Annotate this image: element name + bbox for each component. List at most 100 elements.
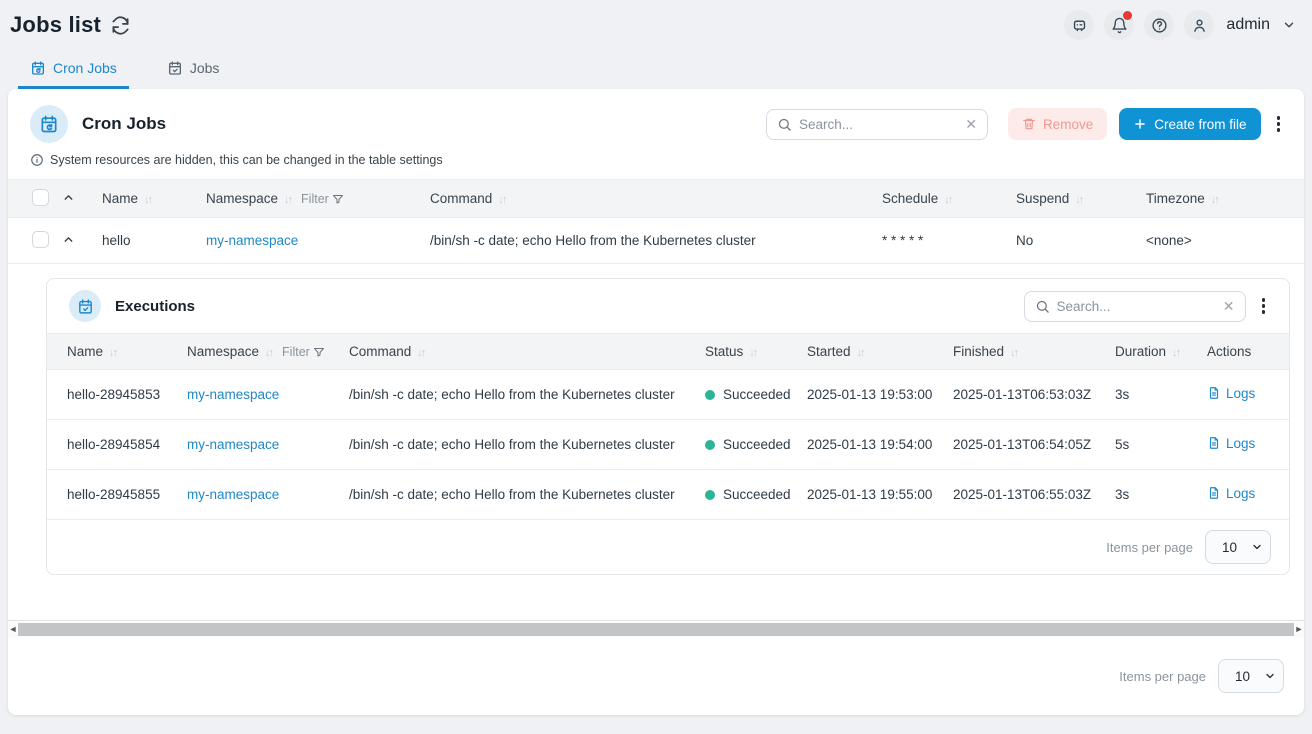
- sort-icon[interactable]: ↓↑: [144, 194, 151, 206]
- assistant-icon[interactable]: [1064, 10, 1094, 40]
- exec-command-cell: /bin/sh -c date; echo Hello from the Kub…: [343, 470, 699, 520]
- sort-icon[interactable]: ↓↑: [265, 347, 272, 359]
- select-all-checkbox[interactable]: [32, 189, 49, 206]
- col-exec-name[interactable]: Name↓↑: [47, 334, 181, 370]
- col-suspend[interactable]: Suspend↓↑: [1010, 180, 1140, 218]
- cron-command-cell: /bin/sh -c date; echo Hello from the Kub…: [424, 218, 876, 264]
- tab-cron-jobs-label: Cron Jobs: [53, 60, 117, 76]
- filter-funnel-icon[interactable]: [332, 193, 344, 205]
- sort-icon[interactable]: ↓↑: [109, 347, 116, 359]
- help-icon[interactable]: [1144, 10, 1174, 40]
- executions-title: Executions: [115, 298, 195, 315]
- namespace-filter-label[interactable]: Filter: [301, 192, 329, 206]
- scrollbar-thumb[interactable]: [18, 623, 1294, 636]
- scroll-left-arrow-icon[interactable]: ◄: [8, 625, 18, 634]
- sort-icon[interactable]: ↓↑: [1010, 347, 1017, 359]
- cron-search-box: ✕: [766, 109, 988, 140]
- cron-jobs-card: Cron Jobs ✕ Remove Create from file Syst…: [8, 89, 1304, 715]
- sort-icon[interactable]: ↓↑: [417, 347, 424, 359]
- cron-job-row[interactable]: hello my-namespace /bin/sh -c date; echo…: [8, 218, 1304, 264]
- exec-namespace-link[interactable]: my-namespace: [187, 437, 279, 452]
- executions-items-per-page-select[interactable]: 10: [1205, 530, 1271, 564]
- col-exec-actions: Actions: [1201, 334, 1289, 370]
- cron-search-input[interactable]: [799, 117, 963, 132]
- sort-icon[interactable]: ↓↑: [857, 347, 864, 359]
- filter-funnel-icon[interactable]: [313, 346, 325, 358]
- col-exec-finished[interactable]: Finished↓↑: [947, 334, 1109, 370]
- cron-namespace-link[interactable]: my-namespace: [206, 233, 298, 248]
- col-command[interactable]: Command↓↑: [424, 180, 876, 218]
- job-icon: [167, 60, 183, 76]
- status-success-dot: [705, 440, 715, 450]
- exec-name-cell: hello-28945853: [47, 370, 181, 420]
- create-from-file-label: Create from file: [1154, 117, 1246, 132]
- col-name[interactable]: Name↓↑: [96, 180, 200, 218]
- logs-doc-icon: [1207, 486, 1221, 500]
- notification-dot: [1123, 11, 1132, 20]
- executions-search-clear-icon[interactable]: ✕: [1221, 298, 1237, 315]
- execution-row[interactable]: hello-28945855 my-namespace /bin/sh -c d…: [47, 470, 1289, 520]
- col-exec-duration[interactable]: Duration↓↑: [1109, 334, 1201, 370]
- tab-jobs-label: Jobs: [190, 60, 220, 76]
- user-menu-chevron-icon[interactable]: [1282, 18, 1296, 32]
- execution-row[interactable]: hello-28945853 my-namespace /bin/sh -c d…: [47, 370, 1289, 420]
- cron-suspend-cell: No: [1010, 218, 1140, 264]
- cron-search-clear-icon[interactable]: ✕: [963, 116, 979, 133]
- tab-cron-jobs[interactable]: Cron Jobs: [18, 56, 129, 89]
- col-exec-namespace[interactable]: Namespace↓↑Filter: [181, 334, 343, 370]
- exec-finished-cell: 2025-01-13T06:55:03Z: [947, 470, 1109, 520]
- status-badge: Succeeded: [723, 487, 791, 502]
- exec-started-cell: 2025-01-13 19:53:00: [801, 370, 947, 420]
- exec-namespace-link[interactable]: my-namespace: [187, 387, 279, 402]
- items-per-page-label: Items per page: [1119, 669, 1206, 684]
- logs-link[interactable]: Logs: [1207, 386, 1255, 401]
- executions-table: Name↓↑ Namespace↓↑Filter Command↓↑ Statu…: [47, 333, 1289, 520]
- tab-jobs[interactable]: Jobs: [155, 56, 232, 89]
- namespace-filter-label[interactable]: Filter: [282, 345, 310, 359]
- col-exec-status[interactable]: Status↓↑: [699, 334, 801, 370]
- cron-items-per-page-select[interactable]: 10: [1218, 659, 1284, 693]
- exec-name-cell: hello-28945855: [47, 470, 181, 520]
- col-schedule[interactable]: Schedule↓↑: [876, 180, 1010, 218]
- logs-link[interactable]: Logs: [1207, 436, 1255, 451]
- sort-icon[interactable]: ↓↑: [944, 194, 951, 206]
- refresh-icon[interactable]: [111, 16, 130, 35]
- search-icon: [1035, 299, 1050, 314]
- horizontal-scrollbar[interactable]: ◄ ►: [8, 620, 1304, 637]
- cron-panel-menu-icon[interactable]: [1271, 114, 1287, 134]
- user-avatar-icon[interactable]: [1184, 10, 1214, 40]
- col-namespace[interactable]: Namespace↓↑Filter: [200, 180, 424, 218]
- search-icon: [777, 117, 792, 132]
- remove-button[interactable]: Remove: [1008, 108, 1107, 140]
- table-info-text: System resources are hidden, this can be…: [50, 153, 443, 167]
- sort-icon[interactable]: ↓↑: [284, 194, 291, 206]
- executions-header-row: Name↓↑ Namespace↓↑Filter Command↓↑ Statu…: [47, 334, 1289, 370]
- col-exec-command[interactable]: Command↓↑: [343, 334, 699, 370]
- plus-icon: [1133, 117, 1147, 131]
- executions-menu-icon[interactable]: [1256, 296, 1272, 316]
- sort-icon[interactable]: ↓↑: [498, 194, 505, 206]
- sort-icon[interactable]: ↓↑: [1172, 347, 1179, 359]
- execution-row[interactable]: hello-28945854 my-namespace /bin/sh -c d…: [47, 420, 1289, 470]
- exec-duration-cell: 5s: [1109, 420, 1201, 470]
- sort-icon[interactable]: ↓↑: [1075, 194, 1082, 206]
- logs-link[interactable]: Logs: [1207, 486, 1255, 501]
- col-timezone[interactable]: Timezone↓↑: [1140, 180, 1304, 218]
- exec-command-cell: /bin/sh -c date; echo Hello from the Kub…: [343, 370, 699, 420]
- row-checkbox[interactable]: [32, 231, 49, 248]
- exec-duration-cell: 3s: [1109, 370, 1201, 420]
- notifications-bell-icon[interactable]: [1104, 10, 1134, 40]
- collapse-all-chevron-icon[interactable]: [62, 191, 75, 204]
- col-exec-started[interactable]: Started↓↑: [801, 334, 947, 370]
- create-from-file-button[interactable]: Create from file: [1119, 108, 1260, 140]
- sort-icon[interactable]: ↓↑: [749, 347, 756, 359]
- status-success-dot: [705, 390, 715, 400]
- exec-namespace-link[interactable]: my-namespace: [187, 487, 279, 502]
- cron-schedule-cell: * * * * *: [876, 218, 1010, 264]
- collapse-row-chevron-icon[interactable]: [62, 233, 75, 246]
- top-header: Jobs list admin: [0, 0, 1312, 40]
- sort-icon[interactable]: ↓↑: [1211, 194, 1218, 206]
- username: admin: [1226, 16, 1270, 34]
- executions-search-input[interactable]: [1057, 299, 1221, 314]
- scroll-right-arrow-icon[interactable]: ►: [1294, 625, 1304, 634]
